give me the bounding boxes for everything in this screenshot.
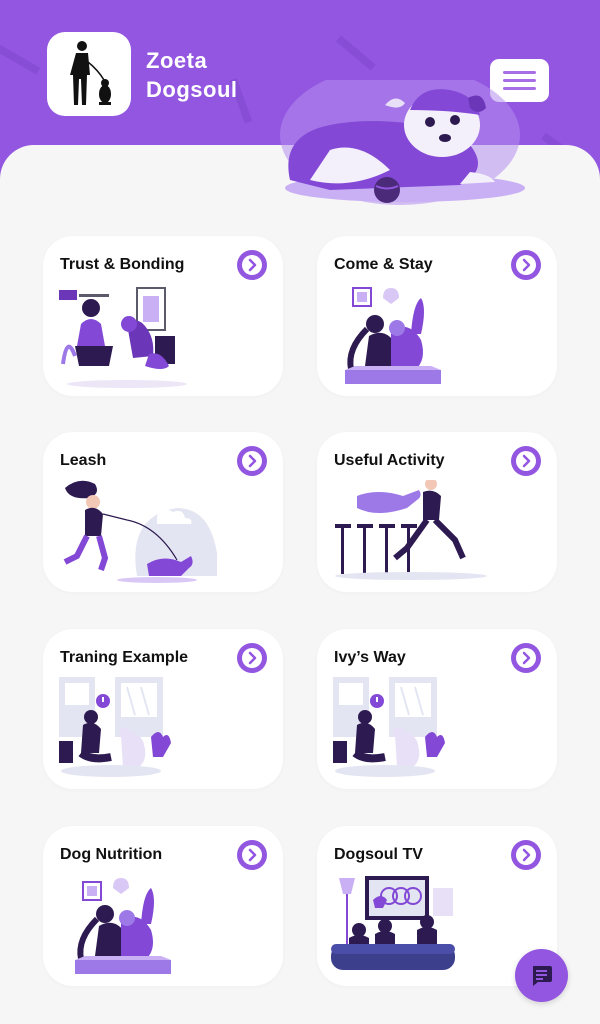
card-title: Leash: [60, 452, 107, 469]
brand-line-2: Dogsoul: [146, 77, 238, 102]
card-title: Dog Nutrition: [60, 846, 163, 863]
chevron-right-circle-icon[interactable]: [511, 643, 541, 673]
card-useful-activity[interactable]: Useful Activity: [317, 432, 557, 592]
woman-walking-dog-illustration: [63, 480, 217, 583]
app-brand-name: Zoeta Dogsoul: [146, 46, 238, 104]
bone-decoration-icon: ⚊: [325, 0, 410, 83]
menu-line: [503, 71, 536, 74]
card-title: Traning Example: [60, 649, 189, 666]
card-ivys-way[interactable]: Ivy’s Way: [317, 629, 557, 789]
woman-petting-dog-illustration: [59, 287, 187, 388]
woman-training-dog-illustration: [333, 677, 445, 777]
chevron-right-circle-icon[interactable]: [511, 840, 541, 870]
card-come-stay[interactable]: Come & Stay: [317, 236, 557, 396]
card-title: Trust & Bonding: [60, 256, 185, 273]
card-dog-nutrition[interactable]: Dog Nutrition: [43, 826, 283, 986]
card-title: Useful Activity: [334, 452, 445, 469]
card-title: Ivy’s Way: [334, 649, 406, 666]
chat-bubble-icon[interactable]: [515, 949, 568, 1002]
card-trust-bonding[interactable]: Trust & Bonding: [43, 236, 283, 396]
card-traning-example[interactable]: Traning Example: [43, 629, 283, 789]
woman-with-dog-bowl-illustration: [75, 878, 171, 974]
card-title: Dogsoul TV: [334, 846, 423, 863]
family-watching-tv-illustration: [331, 876, 455, 970]
chevron-right-circle-icon[interactable]: [237, 446, 267, 476]
person-with-dog-logo-icon[interactable]: [47, 32, 131, 116]
card-leash[interactable]: Leash: [43, 432, 283, 592]
chevron-right-circle-icon[interactable]: [237, 250, 267, 280]
lying-dog-illustration: [270, 65, 530, 210]
dog-agility-jump-illustration: [335, 480, 487, 580]
brand-line-1: Zoeta: [146, 48, 208, 73]
chevron-right-circle-icon[interactable]: [237, 643, 267, 673]
chevron-right-circle-icon[interactable]: [511, 446, 541, 476]
chevron-right-circle-icon[interactable]: [237, 840, 267, 870]
chevron-right-circle-icon[interactable]: [511, 250, 541, 280]
woman-training-dog-illustration: [59, 677, 171, 777]
card-title: Come & Stay: [334, 256, 433, 273]
woman-hugging-dog-illustration: [345, 287, 441, 384]
